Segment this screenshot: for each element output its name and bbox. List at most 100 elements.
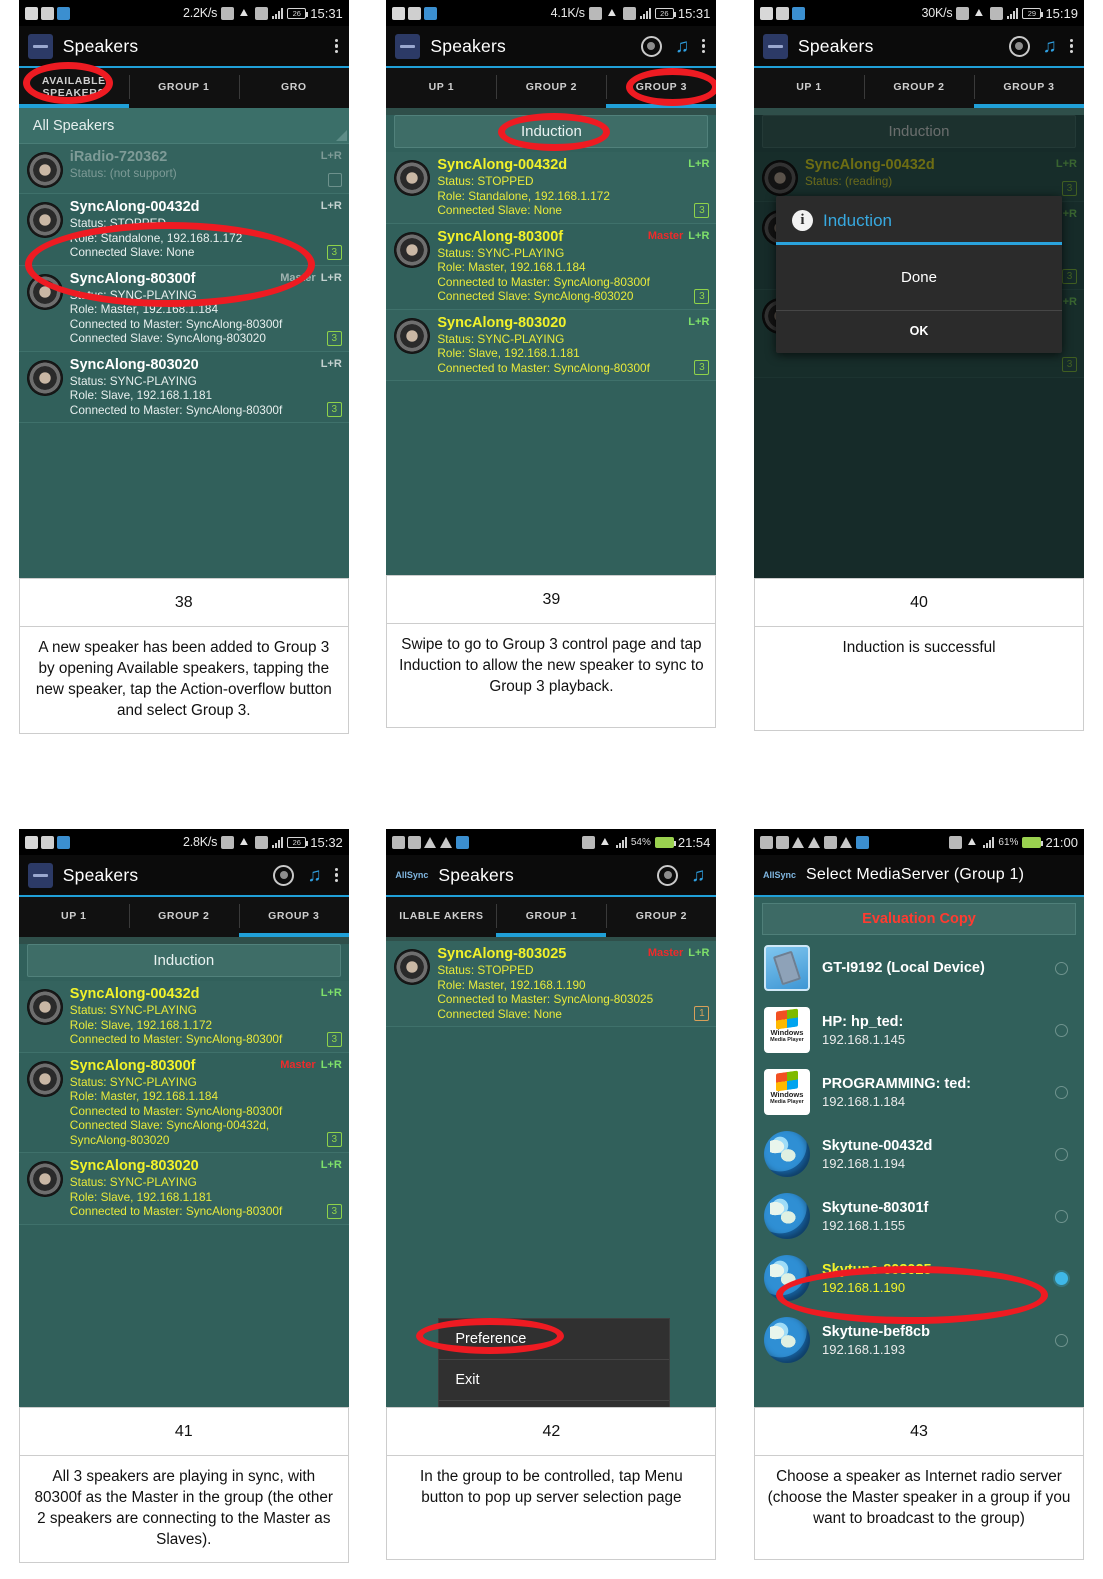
download-icon — [424, 6, 438, 20]
battery-icon — [1022, 836, 1044, 848]
network-speed: 4.1K/s — [550, 6, 585, 20]
speaker-action-icon[interactable] — [657, 864, 679, 886]
warning-icon — [791, 836, 805, 849]
battery-saver-icon — [823, 835, 837, 849]
list-item[interactable]: Skytune-803025 192.168.1.190 — [754, 1247, 1084, 1309]
speaker-icon — [394, 317, 431, 354]
tab-group-3[interactable]: GROUP 3 — [238, 895, 349, 937]
signal-icon — [983, 836, 995, 848]
overflow-menu-icon[interactable] — [334, 867, 338, 883]
alarm-icon — [622, 6, 636, 20]
list-item[interactable]: GT-I9192 (Local Device) — [754, 937, 1084, 999]
status-notification-icons — [24, 6, 70, 20]
list-item[interactable]: SyncAlong-80300f Status: SYNC-PLAYING Ro… — [18, 265, 349, 352]
gallery-icon — [392, 6, 406, 20]
wmp-label-line2: Media Player — [770, 1037, 804, 1043]
server-info: PROGRAMMING: ted: 192.168.1.184 — [822, 1075, 1043, 1110]
tab-group-1-partial[interactable]: UP 1 — [19, 895, 129, 937]
speaker-channel: L+R — [321, 1159, 342, 1171]
overflow-menu-icon[interactable] — [1069, 38, 1073, 54]
speaker-action-icon[interactable] — [1008, 35, 1030, 57]
server-ip: 192.168.1.190 — [821, 1279, 906, 1295]
menu-item-preference[interactable]: Preference — [439, 1319, 670, 1360]
speaker-master: Connected to Master: SyncAlong-80300f — [69, 1032, 283, 1046]
tab-group-2[interactable]: GROUP 2 — [606, 895, 716, 937]
list-item[interactable]: Skytune-80301f 192.168.1.155 — [754, 1185, 1084, 1247]
tab-group-3[interactable]: GROUP 3 — [973, 66, 1084, 108]
list-item[interactable]: Skytune-00432d 192.168.1.194 — [754, 1123, 1084, 1185]
list-item[interactable]: SyncAlong-00432d Status: (reading) L+R 3 — [753, 152, 1084, 202]
list-item[interactable]: SyncAlong-803025 Status: STOPPED Role: M… — [386, 941, 717, 1027]
list-item[interactable]: SyncAlong-00432d Status: STOPPED Role: S… — [386, 152, 717, 224]
overflow-menu-icon[interactable] — [334, 38, 338, 54]
server-radio[interactable] — [1054, 1023, 1068, 1037]
speaker-action-icon[interactable] — [640, 35, 662, 57]
tab-group-1[interactable]: GROUP 1 — [128, 66, 239, 108]
speaker-master: Connected to Master: SyncAlong-80300f — [437, 274, 650, 289]
list-item[interactable]: SyncAlong-80300f Status: SYNC-PLAYING Ro… — [18, 1052, 349, 1153]
overflow-menu-icon[interactable] — [702, 38, 706, 54]
figure-number: 40 — [753, 578, 1084, 626]
tab-available-speakers[interactable]: AVAILABLE SPEAKERS — [18, 66, 129, 108]
group-badge: 3 — [326, 1031, 342, 1047]
tab-group-2[interactable]: GROUP 2 — [863, 66, 974, 108]
tab-group-1-partial[interactable]: UP 1 — [386, 66, 496, 108]
speaker-action-icon[interactable] — [273, 864, 295, 886]
server-radio-selected[interactable] — [1054, 1271, 1068, 1285]
list-item[interactable]: Windows Media Player PROGRAMMING: ted: 1… — [754, 1061, 1084, 1123]
tab-group-1[interactable]: GROUP 1 — [496, 895, 607, 937]
list-item[interactable]: Windows Media Player HP: hp_ted: 192.168… — [754, 999, 1084, 1061]
list-item[interactable]: SyncAlong-803020 Status: SYNC-PLAYING Ro… — [386, 309, 717, 381]
windows-media-player-icon: Windows Media Player — [763, 1007, 810, 1053]
menu-item-exit[interactable]: Exit — [439, 1360, 670, 1401]
status-system-icons: 2.2K/s 26 15:31 — [183, 6, 343, 21]
tab-group-2[interactable]: GROUP 2 — [128, 895, 239, 937]
server-radio[interactable] — [1054, 1209, 1068, 1223]
wifi-icon — [966, 837, 979, 848]
tab-group-3[interactable]: GROUP 3 — [606, 66, 717, 108]
server-radio[interactable] — [1054, 1085, 1068, 1099]
speaker-icon — [394, 231, 431, 268]
induction-button[interactable]: Induction — [394, 115, 709, 148]
list-item[interactable]: Skytune-bef8cb 192.168.1.193 — [754, 1309, 1084, 1371]
tab-group-2[interactable]: GROUP 2 — [496, 66, 606, 108]
windows-flag-icon — [775, 1008, 798, 1030]
server-name: PROGRAMMING: ted: — [821, 1075, 971, 1092]
server-radio[interactable] — [1054, 1147, 1068, 1161]
action-bar: Speakers ♫ — [18, 855, 349, 895]
server-name: Skytune-bef8cb — [821, 1323, 930, 1340]
group-badge: 3 — [326, 402, 342, 417]
speaker-role: Role: Standalone, 192.168.1.172 — [437, 188, 610, 203]
list-item[interactable]: iRadio-720362 Status: (not support) L+R — [18, 144, 349, 194]
music-note-icon[interactable]: ♫ — [1043, 37, 1057, 56]
server-radio[interactable] — [1054, 961, 1068, 975]
music-note-icon[interactable]: ♫ — [675, 37, 689, 56]
server-info: Skytune-bef8cb 192.168.1.193 — [822, 1323, 1043, 1358]
battery-icon: 26 — [654, 7, 676, 19]
speaker-channel: Master L+R — [280, 1059, 342, 1071]
music-note-icon[interactable]: ♫ — [307, 866, 321, 885]
tab-group-1-partial[interactable]: UP 1 — [754, 66, 864, 108]
server-ip: 192.168.1.194 — [821, 1155, 906, 1171]
figure-number: 43 — [753, 1407, 1084, 1455]
list-item[interactable]: SyncAlong-00432d Status: SYNC-PLAYING Ro… — [18, 981, 349, 1053]
menu-item-browsing[interactable]: Browsing — [439, 1401, 669, 1407]
tab-available-speakers-partial[interactable]: ILABLE AKERS — [386, 895, 496, 937]
speaker-channel: L+R — [321, 358, 342, 370]
server-radio[interactable] — [1054, 1333, 1068, 1347]
phone-screenshot-39: 4.1K/s 26 15:31 Speakers ♫ — [386, 0, 717, 575]
channel-label: L+R — [320, 200, 342, 212]
list-item[interactable]: SyncAlong-803020 Status: SYNC-PLAYING Ro… — [18, 351, 349, 423]
music-note-icon[interactable]: ♫ — [691, 866, 705, 885]
tab-label: GROUP 2 — [525, 81, 578, 93]
app-title: Speakers — [62, 35, 139, 56]
channel-label: L+R — [320, 357, 342, 370]
induction-button[interactable]: Induction — [26, 944, 341, 977]
list-item[interactable]: SyncAlong-00432d Status: STOPPED Role: S… — [18, 194, 349, 266]
list-item[interactable]: SyncAlong-80300f Status: SYNC-PLAYING Ro… — [386, 223, 717, 310]
dialog-ok-button[interactable]: OK — [776, 311, 1062, 353]
tab-strip: ILABLE AKERS GROUP 1 GROUP 2 — [386, 895, 717, 937]
tab-group-3-partial[interactable]: GRO — [238, 66, 349, 108]
induction-button[interactable]: Induction — [761, 115, 1076, 148]
list-item[interactable]: SyncAlong-803020 Status: SYNC-PLAYING Ro… — [18, 1153, 349, 1225]
